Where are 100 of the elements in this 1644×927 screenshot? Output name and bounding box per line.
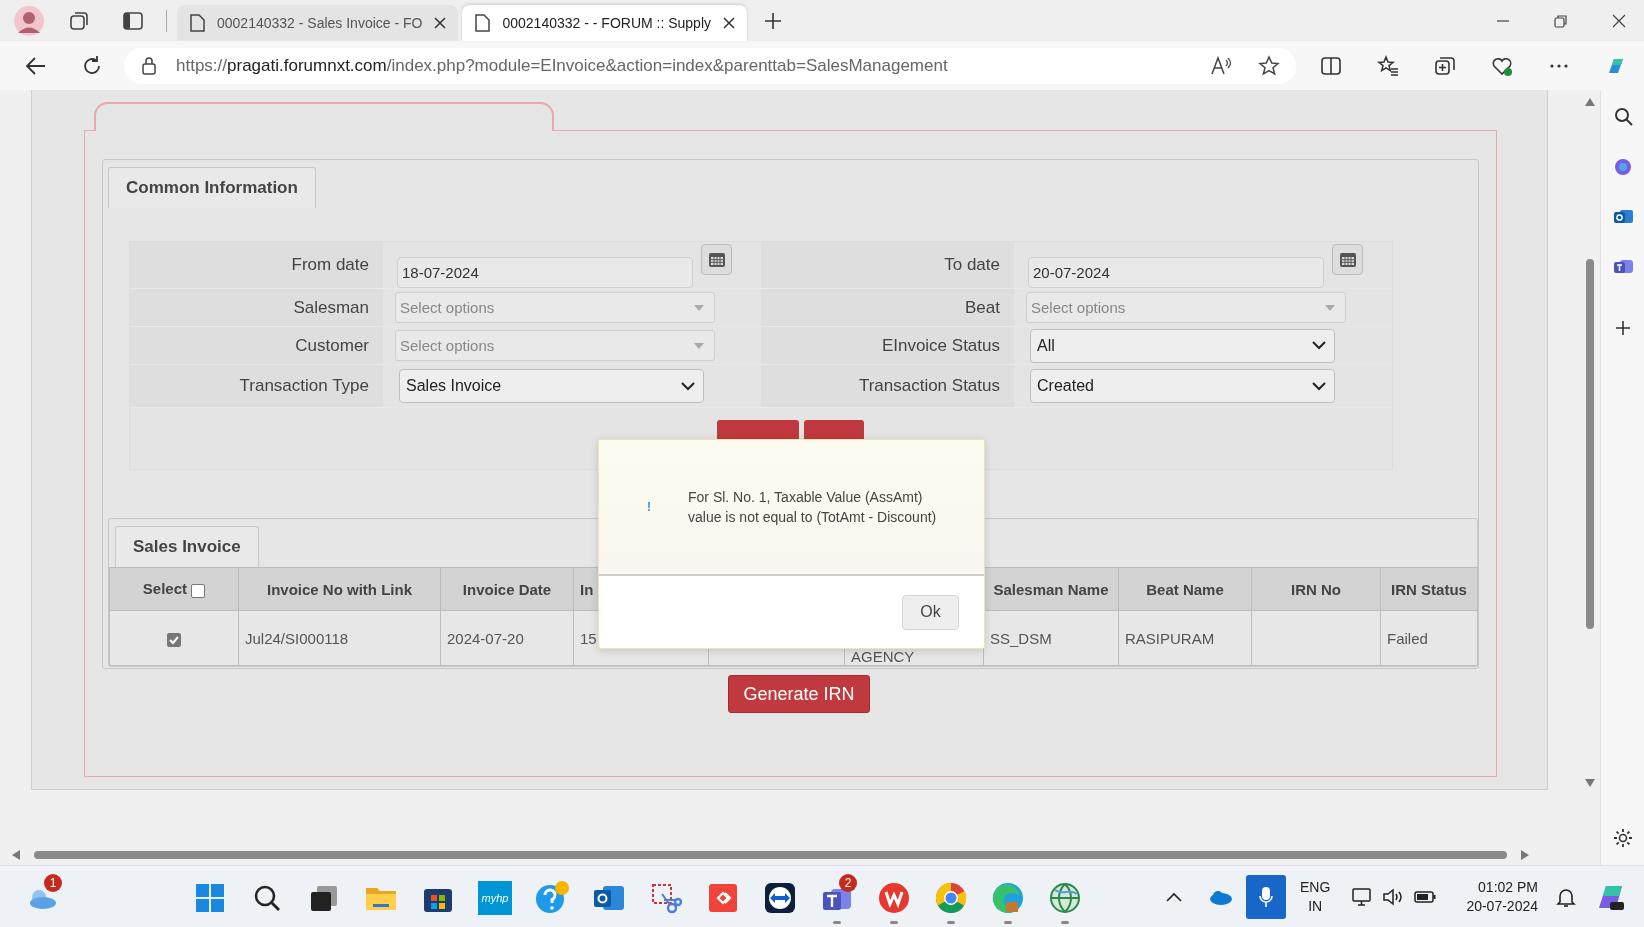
favorites-icon[interactable] [1377, 54, 1399, 77]
cloud-icon[interactable] [1208, 888, 1233, 905]
search-icon [253, 883, 281, 912]
taskbar-app[interactable]: 1 [22, 875, 62, 924]
checkbox[interactable] [191, 583, 206, 598]
help-icon [535, 880, 569, 915]
windows-stack-icon [309, 883, 339, 912]
calendar-button[interactable] [1332, 244, 1363, 275]
generate-irn-button[interactable]: Generate IRN [728, 675, 870, 713]
chevron-icon [681, 381, 695, 391]
checkbox[interactable] [167, 632, 181, 647]
running-indicator [947, 920, 955, 924]
scissors-icon [650, 881, 682, 914]
running-indicator [1004, 920, 1012, 924]
search-icon[interactable] [1612, 106, 1633, 126]
avatar-icon[interactable] [14, 5, 44, 36]
clock-time[interactable]: 01:02 PM [1466, 877, 1538, 897]
dropdown[interactable]: Sales Invoice [399, 369, 704, 403]
ok-button[interactable]: Ok [902, 594, 959, 630]
clock-date[interactable]: 20-07-2024 [1466, 896, 1538, 916]
scroll-up-icon[interactable] [1585, 98, 1595, 106]
scroll-right-icon[interactable] [1521, 850, 1529, 860]
table-cell: RASIPURAM [1118, 610, 1252, 666]
column-header: Beat Name [1118, 567, 1252, 611]
scrollbar-thumb[interactable] [1586, 259, 1594, 629]
settings-icon[interactable] [1611, 827, 1634, 849]
calendar-icon [1338, 251, 1357, 268]
arrows-icon [764, 881, 796, 914]
scroll-down-icon[interactable] [1585, 779, 1595, 787]
chevron-up-icon[interactable] [1166, 891, 1183, 902]
date-field[interactable]: 20-07-2024 [1028, 256, 1324, 288]
info-mark: ! [646, 500, 652, 514]
volume-icon[interactable] [1382, 886, 1405, 907]
column-header: IRN Status [1380, 567, 1478, 611]
column-header: Invoice Date [440, 567, 574, 611]
column-header: IRN No [1251, 567, 1381, 611]
field-label: To date [761, 242, 1014, 289]
microphone-icon [1259, 885, 1274, 908]
field-label: Transaction Type [130, 365, 383, 408]
language-text[interactable]: ENG [1300, 877, 1331, 897]
letter-mark-icon [878, 881, 910, 914]
table-cell: SS_DSM [983, 610, 1119, 666]
calendar-icon [707, 251, 726, 268]
table-cell: 2024-07-20 [440, 610, 574, 666]
collections-icon[interactable] [68, 9, 90, 32]
sidebar-toggle-icon[interactable] [122, 9, 144, 32]
running-indicator [1061, 920, 1069, 924]
close-icon[interactable] [434, 17, 447, 29]
close-icon[interactable] [723, 17, 735, 29]
alert-message: For Sl. No. 1, Taxable Value (AssAmt) value is not equal to (TotAmt - Discount) [688, 488, 938, 527]
collections-icon[interactable] [1434, 54, 1456, 77]
battery-icon[interactable] [1414, 889, 1437, 904]
lock-icon[interactable] [140, 55, 158, 76]
globe-icon [1049, 881, 1081, 914]
table-cell: Jul24/SI000118 [238, 610, 441, 666]
field-label: From date [130, 242, 383, 289]
section-tab[interactable]: Sales Invoice [115, 526, 259, 567]
field-label: Transaction Status [761, 365, 1014, 408]
select-all-label: Select [142, 580, 187, 598]
close-icon[interactable] [1612, 13, 1626, 28]
region-text[interactable]: IN [1300, 896, 1331, 916]
running-indicator [890, 920, 898, 924]
edge-icon [992, 881, 1024, 914]
page-icon [189, 14, 205, 32]
caret-icon [1325, 304, 1335, 311]
date-field[interactable]: 18-07-2024 [397, 256, 693, 288]
microphone-button[interactable] [1246, 874, 1287, 919]
read-aloud-icon[interactable] [1210, 54, 1232, 77]
chrome-icon [935, 881, 967, 914]
new-tab-icon[interactable] [763, 10, 783, 31]
page-icon [474, 14, 491, 32]
table-cell: Failed [1380, 610, 1478, 666]
dropdown[interactable]: Created [1030, 369, 1335, 403]
caret-icon [694, 342, 704, 349]
notification-badge: 1 [44, 873, 62, 892]
calendar-button[interactable] [701, 244, 732, 275]
browser-tab[interactable]: 0002140332 - Sales Invoice - FO [177, 5, 459, 41]
column-header: Salesman Name [983, 567, 1119, 611]
running-indicator [833, 920, 841, 924]
taskbar-app[interactable]: 2 [817, 875, 857, 924]
column-header: Invoice No with Link [238, 567, 441, 611]
start-icon [195, 882, 225, 913]
chevron-icon [1312, 341, 1326, 350]
chevron-icon [1312, 381, 1326, 391]
browser-tab[interactable]: 0002140332 - - FORUM :: Supply [462, 5, 747, 41]
field-label: Customer [130, 327, 383, 365]
restore-icon[interactable] [1554, 13, 1568, 28]
section-tab[interactable]: Common Information [108, 167, 316, 208]
field-label: Beat [761, 289, 1014, 327]
field-label: EInvoice Status [761, 327, 1014, 365]
caret-icon [694, 304, 704, 311]
notification-badge: 2 [839, 873, 857, 892]
field-label: Salesman [130, 289, 383, 327]
scrollbar-thumb[interactable] [34, 851, 1507, 859]
split-screen-icon[interactable] [1320, 54, 1342, 77]
address-bar[interactable]: https://pragati.forumnxt.com/index.php?module=EInvoice&action=index&parenttab=SalesManagement [124, 47, 1296, 84]
dropdown[interactable]: All [1030, 328, 1335, 363]
scroll-left-icon[interactable] [12, 850, 20, 860]
url-text: https://pragati.forumnxt.com/index.php?module=EInvoice&action=index&parenttab=SalesManagement [176, 55, 949, 76]
star-icon[interactable] [1258, 54, 1280, 77]
